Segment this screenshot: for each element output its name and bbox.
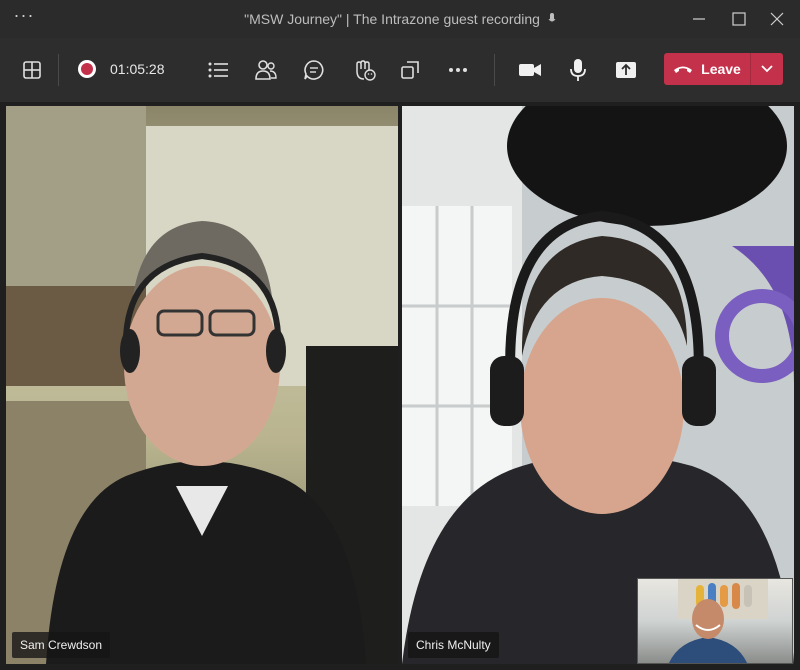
reactions-button[interactable] [350,56,378,84]
maximize-icon[interactable] [728,9,750,29]
gallery-layout-icon [23,61,41,79]
more-actions-button[interactable] [444,56,472,84]
mic-icon [548,13,556,22]
recording-indicator[interactable] [78,60,96,78]
self-video [668,579,768,663]
share-screen-icon [616,62,636,78]
gallery-layout-button[interactable] [18,56,46,84]
title-bar: ··· "MSW Journey" | The Intrazone guest … [0,0,800,38]
close-icon[interactable] [766,9,788,29]
participant-name-tag: Chris McNulty [408,632,499,658]
share-button[interactable] [612,56,640,84]
more-icon [449,68,467,72]
toolbar-divider [494,54,495,86]
hang-up-icon [674,66,693,73]
microphone-icon [570,59,586,81]
participants-button[interactable] [252,56,280,84]
raise-hand-icon [356,60,376,81]
chat-icon [304,60,324,80]
mic-button[interactable] [564,56,592,84]
meeting-list-button[interactable] [204,56,232,84]
window-title: "MSW Journey" | The Intrazone guest reco… [0,11,800,27]
self-view-video[interactable] [637,578,793,664]
video-tile-sam[interactable]: Sam Crewdson [6,106,398,664]
chevron-down-icon [761,65,773,73]
apps-icon [401,61,419,79]
participants-icon [255,60,277,80]
meeting-timer: 01:05:28 [110,61,165,77]
minimize-icon[interactable] [688,9,710,29]
participant-name-tag: Sam Crewdson [12,632,111,658]
chat-button[interactable] [300,56,328,84]
meeting-toolbar: 01:05:28 Leave [0,38,800,102]
camera-icon [519,64,541,76]
list-icon [208,62,228,78]
leave-button[interactable]: Leave [664,53,750,85]
toolbar-divider [58,54,59,86]
window-title-text: "MSW Journey" | The Intrazone guest reco… [244,11,540,27]
participant-video [6,106,398,664]
camera-button[interactable] [516,56,544,84]
leave-options-button[interactable] [751,53,783,85]
leave-button-group: Leave [664,53,783,85]
apps-button[interactable] [396,56,424,84]
leave-label: Leave [701,61,741,77]
